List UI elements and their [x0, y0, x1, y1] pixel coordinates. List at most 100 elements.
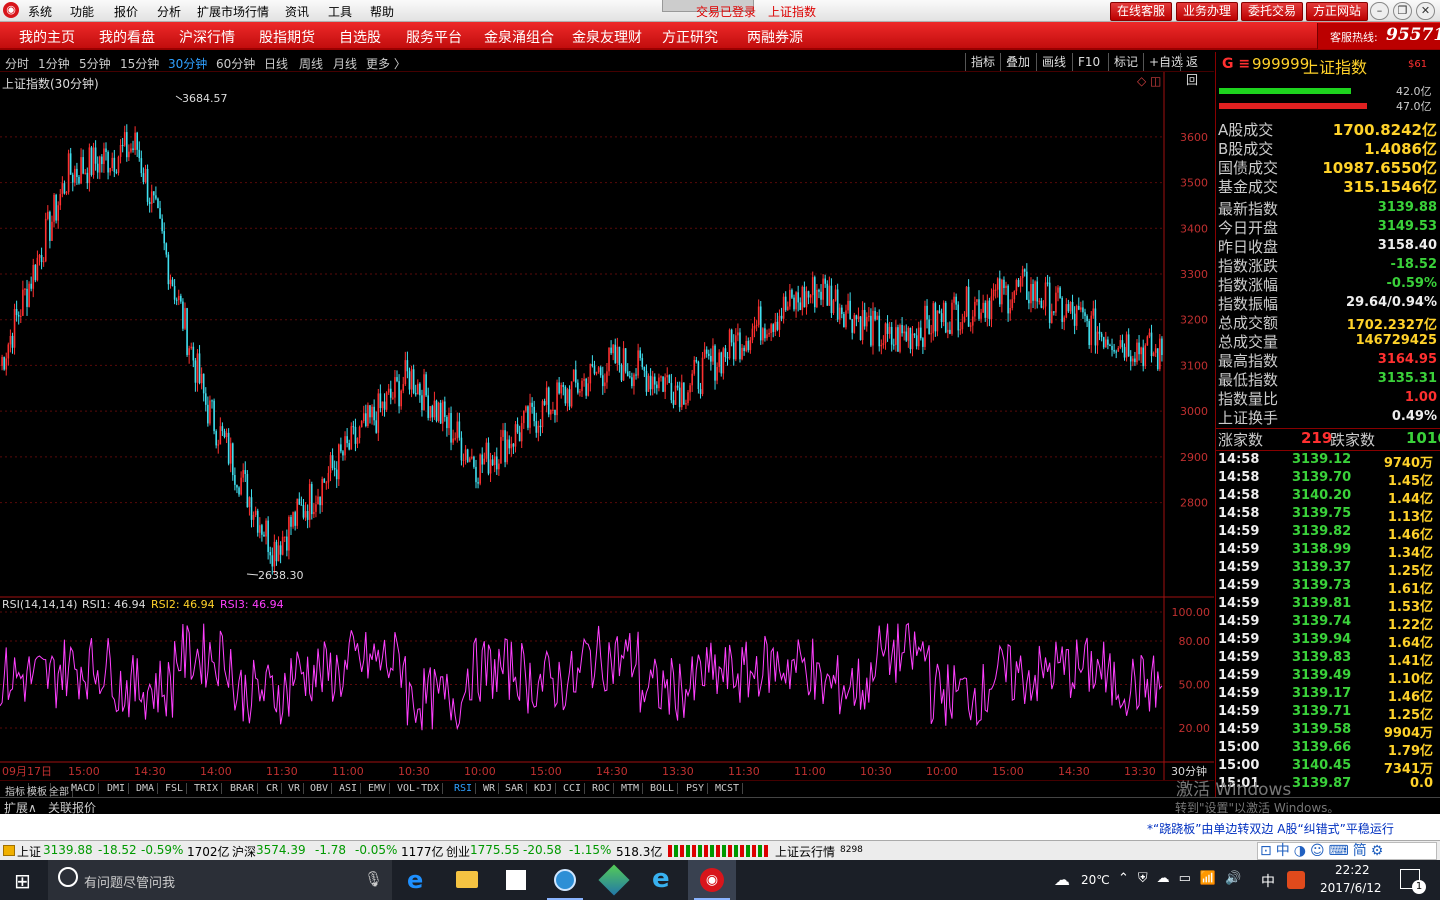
website-button[interactable]: 方正网站 — [1306, 2, 1369, 21]
tick-time: 14:58 — [1218, 470, 1260, 485]
windows-start-icon[interactable]: ⊞ — [14, 869, 31, 893]
tool-overlay[interactable]: 叠加 — [1000, 53, 1035, 71]
clock-date[interactable]: 2017/6/12 — [1320, 881, 1382, 895]
indicator-tab[interactable]: DMI — [104, 783, 130, 794]
indicator-tab[interactable]: EMV — [365, 783, 391, 794]
menu-analysis[interactable]: 分析 — [157, 3, 181, 20]
indicator-tab[interactable]: TRIX — [191, 783, 223, 794]
tool-indicator[interactable]: 指标 — [965, 53, 1000, 71]
ime-toolbar[interactable]: ⊡中◑☺⌨简⚙ — [1257, 842, 1437, 860]
nav-research[interactable]: 方正研究 — [662, 27, 718, 47]
nav-my-watch[interactable]: 我的看盘 — [99, 27, 155, 47]
candle-body — [1038, 300, 1041, 302]
indicator-tab[interactable]: CR — [263, 783, 283, 794]
nav-service-platform[interactable]: 服务平台 — [406, 27, 462, 47]
period-more[interactable]: 更多 〉 — [366, 55, 406, 72]
menu-tools[interactable]: 工具 — [328, 3, 352, 20]
menu-quote[interactable]: 报价 — [114, 3, 138, 20]
nav-margin[interactable]: 两融券源 — [747, 27, 803, 47]
candle-body — [554, 409, 556, 416]
period-5min[interactable]: 5分钟 — [79, 55, 111, 72]
menu-function[interactable]: 功能 — [70, 3, 94, 20]
store-app[interactable] — [492, 860, 540, 900]
indicator-tab[interactable]: FSL — [162, 783, 188, 794]
candle-body — [855, 315, 858, 320]
tool-draw[interactable]: 画线 — [1036, 53, 1071, 71]
tick-time: 14:59 — [1218, 596, 1260, 611]
minimize-icon[interactable]: – — [1370, 2, 1389, 20]
indicator-tab[interactable]: VOL-TDX — [394, 783, 444, 794]
nav-watchlist[interactable]: 自选股 — [339, 27, 381, 47]
nav-hs-market[interactable]: 沪深行情 — [179, 27, 235, 47]
indicator-tab[interactable]: MACD — [68, 783, 100, 794]
menu-news[interactable]: 资讯 — [285, 3, 309, 20]
indicator-tab[interactable]: OBV — [307, 783, 333, 794]
candle-body — [462, 459, 465, 461]
indicator-tab[interactable]: PSY — [683, 783, 709, 794]
sogou-icon[interactable] — [1287, 871, 1305, 889]
candle-body — [1092, 308, 1095, 316]
close-icon[interactable]: ✕ — [1416, 2, 1435, 20]
indicator-tab[interactable]: WR — [480, 783, 500, 794]
ie-app[interactable]: e — [639, 860, 687, 900]
indicator-tab[interactable]: BRAR — [227, 783, 259, 794]
tray-icons[interactable]: ⌃⛨☁▭📶🔊 — [1118, 871, 1250, 886]
indicator-tab[interactable]: DMA — [133, 783, 159, 794]
menu-extended-market[interactable]: 扩展市场行情 — [197, 3, 269, 20]
period-weekly[interactable]: 周线 — [299, 55, 323, 72]
period-daily[interactable]: 日线 — [264, 55, 288, 72]
indicator-tab[interactable]: ROC — [589, 783, 615, 794]
menu-system[interactable]: 系统 — [28, 3, 52, 20]
nav-index-futures[interactable]: 股指期货 — [259, 27, 315, 47]
period-60min[interactable]: 60分钟 — [216, 55, 255, 72]
indicator-tab[interactable]: MCST — [712, 783, 744, 794]
candle-body — [371, 406, 373, 418]
candle-body — [780, 315, 783, 319]
period-30min[interactable]: 30分钟 — [168, 55, 207, 72]
explorer-app[interactable] — [443, 860, 491, 900]
cloud-quote[interactable]: 上证云行情 — [775, 843, 835, 860]
restore-icon[interactable]: ❐ — [1393, 2, 1412, 20]
indicator-tab[interactable]: RSI — [451, 783, 477, 794]
menu-help[interactable]: 帮助 — [370, 3, 394, 20]
founder-app[interactable]: ◉ — [688, 860, 736, 900]
ime-indicator[interactable]: 中 — [1261, 871, 1275, 891]
candle-body — [861, 309, 864, 340]
tool-f10[interactable]: F10 — [1072, 53, 1105, 71]
candle-body — [853, 315, 856, 333]
period-tick[interactable]: 分时 — [5, 55, 29, 72]
clock-time[interactable]: 22:22 — [1335, 863, 1370, 877]
edge-app[interactable]: e — [394, 860, 442, 900]
status-icon[interactable] — [3, 845, 15, 856]
cortana-search[interactable]: 有问题尽管问我 🎙 — [48, 860, 392, 900]
period-monthly[interactable]: 月线 — [333, 55, 357, 72]
nav-my-home[interactable]: 我的主页 — [19, 27, 75, 47]
nav-portfolio[interactable]: 金泉涌组合 — [484, 27, 554, 47]
business-button[interactable]: 业务办理 — [1176, 2, 1239, 21]
candle-body — [63, 183, 66, 194]
tool-app[interactable] — [590, 860, 638, 900]
indicator-tab[interactable]: ASI — [336, 783, 362, 794]
group-icon[interactable]: G ≡ — [1222, 56, 1250, 72]
nav-wealth[interactable]: 金泉友理财 — [572, 27, 642, 47]
microphone-icon[interactable]: 🎙 — [364, 870, 383, 888]
indicator-tab[interactable]: CCI — [560, 783, 586, 794]
indicator-tab[interactable]: VR — [285, 783, 305, 794]
trade-button[interactable]: 委托交易 — [1241, 2, 1304, 21]
tool-mark[interactable]: 标记 — [1108, 53, 1143, 71]
online-service-button[interactable]: 在线客服 — [1110, 2, 1173, 21]
indicator-tab[interactable]: MTM — [618, 783, 644, 794]
period-1min[interactable]: 1分钟 — [38, 55, 70, 72]
weather-icon[interactable]: ☁ — [1054, 870, 1070, 889]
candle-body — [585, 378, 587, 396]
news-headline[interactable]: *“跷跷板”由单边转双边 A股“纠错式”平稳运行 — [1147, 820, 1394, 837]
candle-body — [541, 401, 544, 428]
kline-chart[interactable]: 3600 3500 3400 3300 3200 3100 3000 2900 2800 100.… — [0, 72, 1214, 780]
indicator-tab[interactable]: BOLL — [647, 783, 679, 794]
indicator-tab[interactable]: SAR — [502, 783, 528, 794]
tool-back[interactable]: 返回 — [1180, 53, 1214, 87]
chart-options-icon[interactable]: ◇ ◫ — [1137, 74, 1161, 88]
indicator-tab[interactable]: KDJ — [531, 783, 557, 794]
period-15min[interactable]: 15分钟 — [120, 55, 159, 72]
browser-app[interactable] — [541, 860, 589, 900]
